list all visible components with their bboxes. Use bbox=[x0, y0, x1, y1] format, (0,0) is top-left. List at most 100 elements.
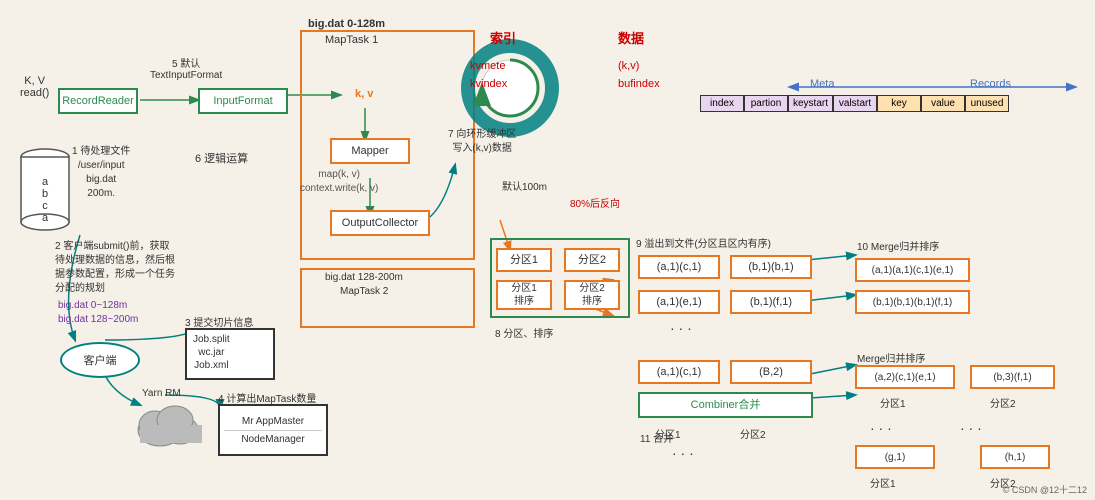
kvmete-label: kvmete bbox=[470, 60, 505, 72]
bigdat-bottom-label: big.dat 128-200m bbox=[325, 272, 403, 283]
maptask2-label: MapTask 2 bbox=[340, 286, 388, 297]
step11-label: 11 合并 bbox=[640, 430, 673, 445]
header-value: value bbox=[921, 95, 965, 112]
file-info-label: 1 待处理文件/user/inputbig.dat200m. bbox=[72, 145, 130, 201]
b1f1-text: (b,1)(f,1) bbox=[750, 295, 792, 309]
svg-text:a: a bbox=[42, 212, 49, 224]
inputformat-box: InputFormat bbox=[198, 88, 288, 114]
partition2-box: 分区2 bbox=[564, 248, 620, 272]
data-big-label: 数据 bbox=[618, 28, 644, 47]
default-textinputformat-label: 5 默认TextInputFormat bbox=[150, 55, 222, 81]
spill-a1c1-box: (a,1)(c,1) bbox=[638, 255, 720, 279]
spill-b1f1-box: (b,1)(f,1) bbox=[730, 290, 812, 314]
kv-data-label: (k,v) bbox=[618, 60, 639, 72]
maptask1-label: MapTask 1 bbox=[325, 34, 378, 46]
output-collector-text: OutputCollector bbox=[342, 216, 418, 230]
job-split-box: Job.split wc.jar Job.xml bbox=[185, 328, 275, 380]
a2c1e1-text: (a,2)(c,1)(e,1) bbox=[874, 371, 935, 384]
combiner-B2-text: (B,2) bbox=[759, 365, 783, 379]
combiner-B2-box: (B,2) bbox=[730, 360, 812, 384]
merge1-text: (a,1)(a,1)(c,1)(e,1) bbox=[872, 264, 954, 277]
merge2-text: (b,1)(b,1)(b,1)(f,1) bbox=[873, 296, 952, 309]
kv-read-label: K, Vread() bbox=[20, 75, 49, 99]
combiner-merge-box: Combiner合并 bbox=[638, 392, 813, 418]
recordreader-text: RecordReader bbox=[62, 94, 134, 108]
step10-label: 10 Merge归并排序 bbox=[857, 238, 939, 253]
default-100m-label: 默认100m bbox=[502, 178, 547, 193]
appmaster-box: Mr AppMaster NodeManager bbox=[218, 404, 328, 456]
write-ring-label: 7 向环形缓冲区写入(k,v)数据 bbox=[448, 128, 516, 156]
big-dat-top-label: big.dat 0-128m bbox=[308, 18, 385, 30]
combiner-a1c1-text: (a,1)(c,1) bbox=[657, 365, 702, 379]
bigdat-0-128-label: big.dat 0~128m bbox=[58, 300, 127, 311]
mapper-text: Mapper bbox=[351, 144, 388, 158]
spill-a1e1-box: (a,1)(e,1) bbox=[638, 290, 720, 314]
dots4-label: · · · bbox=[960, 420, 982, 436]
final-zone2-label: 分区2 bbox=[990, 395, 1016, 410]
a1c1-text: (a,1)(c,1) bbox=[657, 260, 702, 274]
svg-text:a: a bbox=[42, 176, 49, 188]
step8-label: 8 分区、排序 bbox=[495, 325, 553, 340]
partition2-sort-box: 分区2 排序 bbox=[564, 280, 620, 310]
partition1-sort-box: 分区1 排序 bbox=[496, 280, 552, 310]
appmaster-text: Mr AppMaster bbox=[224, 415, 322, 431]
partition1-sort-text: 分区1 排序 bbox=[511, 282, 537, 308]
h1-box: (h,1) bbox=[980, 445, 1050, 469]
meta-label: Meta bbox=[810, 78, 834, 90]
footer-text: © CSDN @12十二12 bbox=[1003, 483, 1087, 496]
kvindex-label: kvindex bbox=[470, 78, 507, 90]
percent-80-label: 80%后反向 bbox=[570, 195, 620, 210]
combiner-merge-text: Combiner合并 bbox=[691, 398, 761, 412]
header-unused: unused bbox=[965, 95, 1009, 112]
spill-files-label: 9 溢出到文件(分区且区内有序) bbox=[636, 235, 771, 250]
merge-sort-label: Merge归并排序 bbox=[857, 350, 925, 365]
file-cylinder: a b c a bbox=[18, 145, 73, 238]
h1-text: (h,1) bbox=[1005, 451, 1026, 464]
output-collector-box: OutputCollector bbox=[330, 210, 430, 236]
b1b1-text: (b,1)(b,1) bbox=[748, 260, 793, 274]
a1e1-text: (a,1)(e,1) bbox=[656, 295, 701, 309]
g1-box: (g,1) bbox=[855, 445, 935, 469]
submit-info-label: 2 客户端submit()前，获取待处理数据的信息，然后根据参数配置，形成一个任… bbox=[55, 240, 215, 296]
svg-text:c: c bbox=[42, 200, 48, 212]
dots3-label: · · · bbox=[870, 420, 892, 436]
partition2-text: 分区2 bbox=[578, 253, 606, 267]
a2c1e1-box: (a,2)(c,1)(e,1) bbox=[855, 365, 955, 389]
inputformat-text: InputFormat bbox=[213, 94, 272, 108]
commit-info-label: 3 提交切片信息 bbox=[185, 314, 253, 329]
zone2-label: 分区2 bbox=[740, 426, 766, 441]
nodemanager-text: NodeManager bbox=[241, 431, 304, 446]
dots2-label: · · · bbox=[672, 445, 694, 461]
header-key: key bbox=[877, 95, 921, 112]
spill-b1b1-box: (b,1)(b,1) bbox=[730, 255, 812, 279]
b3f1-text: (b,3)(f,1) bbox=[993, 371, 1031, 384]
merge2-box: (b,1)(b,1)(b,1)(f,1) bbox=[855, 290, 970, 314]
header-partion: partion bbox=[744, 95, 788, 112]
client-oval: 客户端 bbox=[60, 342, 140, 378]
cloud-shape bbox=[130, 395, 210, 453]
map-context-label: map(k, v)context.write(k, v) bbox=[300, 168, 378, 196]
partition2-sort-text: 分区2 排序 bbox=[579, 282, 605, 308]
partition1-box: 分区1 bbox=[496, 248, 552, 272]
merge1-box: (a,1)(a,1)(c,1)(e,1) bbox=[855, 258, 970, 282]
dots1-label: · · · bbox=[670, 320, 692, 336]
partition1-text: 分区1 bbox=[510, 253, 538, 267]
compute-maptask-label: 4 计算出MapTask数量 bbox=[218, 390, 316, 405]
svg-text:b: b bbox=[42, 188, 48, 200]
recordreader-box: RecordReader bbox=[58, 88, 138, 114]
index-big-label: 索引 bbox=[490, 28, 516, 47]
g1-text: (g,1) bbox=[885, 451, 906, 464]
bigdat-128-200-label: big.dat 128~200m bbox=[58, 314, 138, 325]
bottom-zone1-label: 分区1 bbox=[870, 475, 896, 490]
header-valstart: valstart bbox=[833, 95, 877, 112]
bufindex-label: bufindex bbox=[618, 78, 660, 90]
records-label: Records bbox=[970, 78, 1011, 90]
combiner-a1c1-box: (a,1)(c,1) bbox=[638, 360, 720, 384]
final-zone1-label: 分区1 bbox=[880, 395, 906, 410]
b3f1-box: (b,3)(f,1) bbox=[970, 365, 1055, 389]
mapper-box: Mapper bbox=[330, 138, 410, 164]
logic-op-label: 6 逻辑运算 bbox=[195, 150, 248, 166]
header-row: index partion keystart valstart key valu… bbox=[700, 95, 1009, 112]
job-split-text: Job.split wc.jar Job.xml bbox=[193, 333, 230, 372]
kv-label: k, v bbox=[355, 88, 373, 100]
